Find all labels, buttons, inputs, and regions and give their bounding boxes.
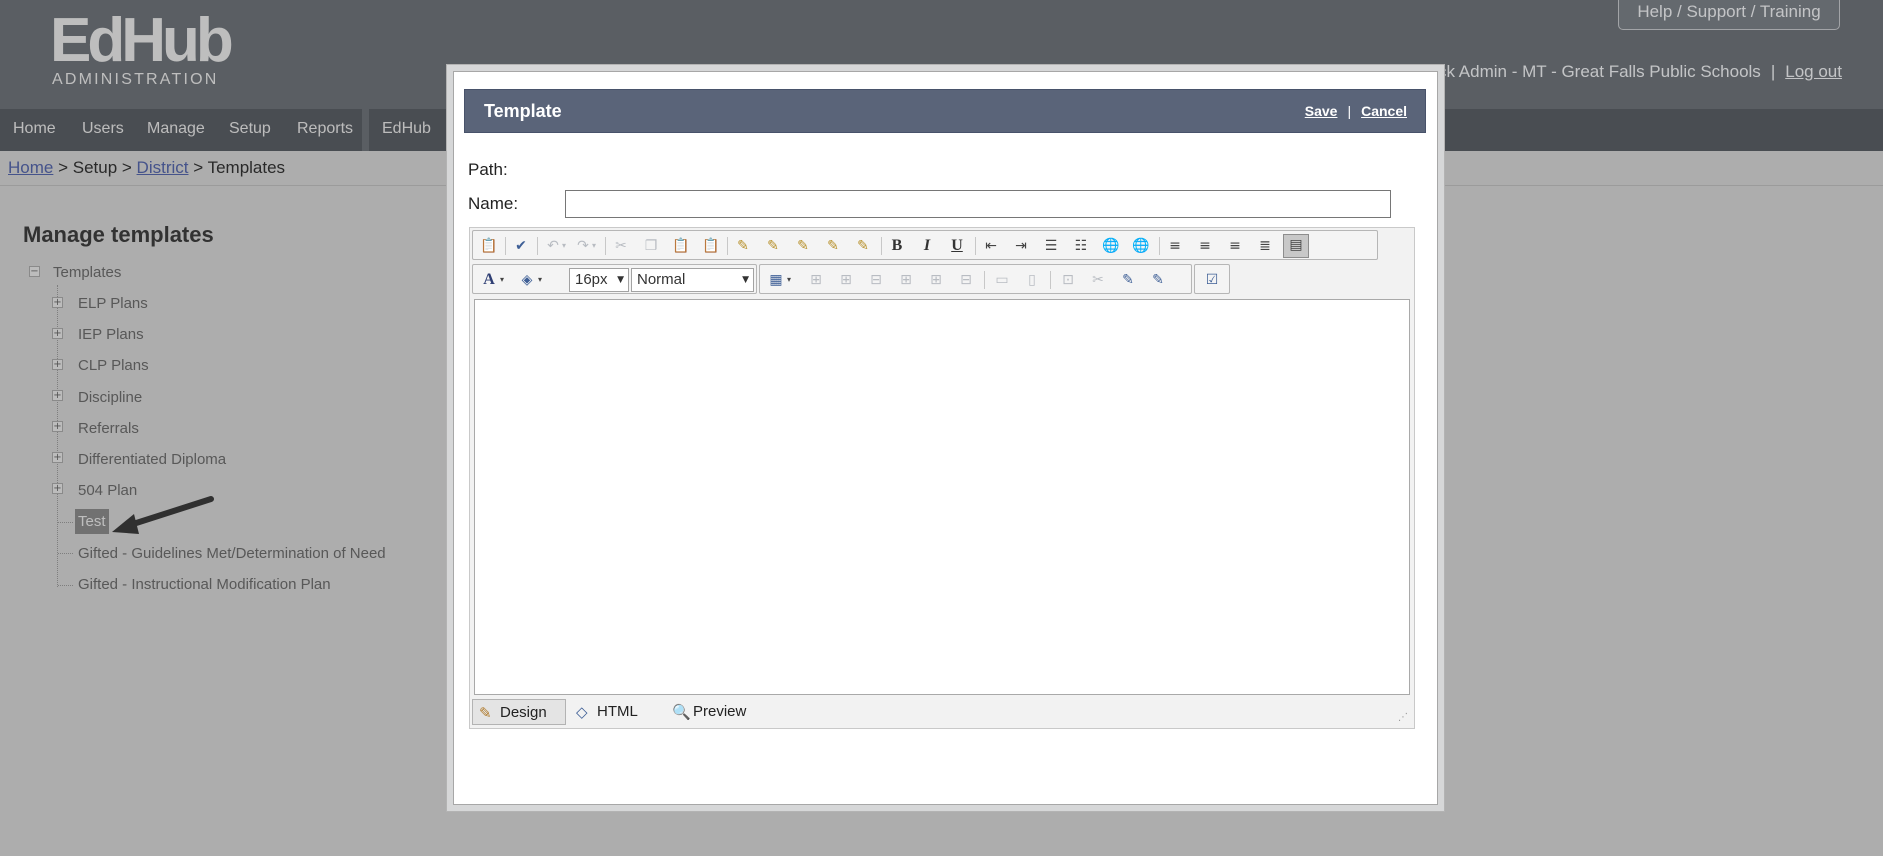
magnifier-icon: 🔍 <box>672 703 691 721</box>
font-color-icon[interactable]: A <box>479 270 499 290</box>
save-button[interactable]: Save <box>1305 103 1338 119</box>
pencil-icon: ✎ <box>479 704 492 722</box>
checkbox-icon[interactable]: ☑ <box>1202 270 1222 290</box>
align-right-icon[interactable]: ≡ <box>1225 236 1245 256</box>
insert-row-below-icon[interactable]: ⊞ <box>836 270 856 290</box>
cell-properties-icon[interactable]: ✎ <box>1118 270 1138 290</box>
chevron-down-icon: ▼ <box>617 275 624 285</box>
chevron-down-icon: ▼ <box>742 275 749 285</box>
toolbar-row-2: A ▾ ◈ ▾ 16px ▼ Normal ▼ ▦ ▾ ⊞ ⊞ ⊟ ⊞ ⊞ ⊟ … <box>472 264 1412 294</box>
font-size-select[interactable]: 16px ▼ <box>569 268 629 292</box>
merge-rows-icon[interactable]: ▭ <box>992 270 1012 290</box>
bold-icon[interactable]: B <box>887 236 907 256</box>
delete-cell-icon[interactable]: ✂ <box>1088 270 1108 290</box>
merge-columns-icon[interactable]: ▯ <box>1022 270 1042 290</box>
copy-icon[interactable]: ❐ <box>641 236 661 256</box>
html-mode-tab[interactable]: ◇ HTML <box>570 699 650 725</box>
delete-column-icon[interactable]: ⊟ <box>956 270 976 290</box>
background-color-icon[interactable]: ◈ <box>517 270 537 290</box>
spellcheck-icon[interactable]: ✔ <box>511 236 531 256</box>
insert-table-icon[interactable]: ▦ <box>766 270 786 290</box>
dialog-actions: Save | Cancel <box>1304 103 1407 119</box>
dialog-title: Template <box>484 101 562 121</box>
preview-mode-tab[interactable]: 🔍 Preview <box>666 699 766 725</box>
strip-word-icon[interactable]: ✎ <box>853 236 873 256</box>
justify-icon[interactable]: ≣ <box>1255 236 1275 256</box>
strip-font-icon[interactable]: ✎ <box>793 236 813 256</box>
chevron-down-icon[interactable]: ▾ <box>559 236 569 256</box>
chevron-down-icon[interactable]: ▾ <box>497 270 507 290</box>
toolbar-row-1: 📋 ✔ ↶ ▾ ↷ ▾ ✂ ❐ 📋 📋 ✎ ✎ ✎ ✎ ✎ B I U ⇤ ⇥ … <box>472 230 1412 260</box>
chevron-down-icon[interactable]: ▾ <box>784 270 794 290</box>
paste-from-word-icon[interactable]: 📋 <box>479 236 499 256</box>
dialog-body: Template Save | Cancel Path: Name: 📋 ✔ ↶ ▾… <box>453 71 1438 805</box>
strip-css-icon[interactable]: ✎ <box>763 236 783 256</box>
cut-icon[interactable]: ✂ <box>611 236 631 256</box>
paragraph-format-value: Normal <box>637 271 686 288</box>
resize-grip-icon[interactable]: ⋰ <box>1398 712 1408 723</box>
split-cell-icon[interactable]: ⊡ <box>1058 270 1078 290</box>
insert-column-left-icon[interactable]: ⊞ <box>896 270 916 290</box>
insert-column-right-icon[interactable]: ⊞ <box>926 270 946 290</box>
underline-icon[interactable]: U <box>947 236 967 256</box>
cancel-button[interactable]: Cancel <box>1361 103 1407 119</box>
rich-text-editor: 📋 ✔ ↶ ▾ ↷ ▾ ✂ ❐ 📋 📋 ✎ ✎ ✎ ✎ ✎ B I U ⇤ ⇥ … <box>469 227 1415 729</box>
table-properties-icon[interactable]: ✎ <box>1148 270 1168 290</box>
paste-special-icon[interactable]: 📋 <box>701 236 721 256</box>
dialog-titlebar: Template Save | Cancel <box>464 89 1426 133</box>
editor-mode-bar: ✎ Design ◇ HTML 🔍 Preview ⋰ <box>472 697 1412 727</box>
name-input[interactable] <box>565 190 1391 218</box>
design-mode-tab[interactable]: ✎ Design <box>472 699 566 725</box>
design-mode-label: Design <box>500 704 547 721</box>
paste-icon[interactable]: 📋 <box>671 236 691 256</box>
strip-span-icon[interactable]: ✎ <box>823 236 843 256</box>
hyperlink-icon[interactable]: 🌐 <box>1101 236 1121 256</box>
template-dialog: Template Save | Cancel Path: Name: 📋 ✔ ↶ ▾… <box>446 64 1445 812</box>
align-left-icon[interactable]: ≡ <box>1165 236 1185 256</box>
toggle-borders-icon[interactable]: ▤ <box>1283 234 1309 258</box>
format-stripper-icon[interactable]: ✎ <box>733 236 753 256</box>
font-size-value: 16px <box>575 271 608 288</box>
indent-icon[interactable]: ⇥ <box>1011 236 1031 256</box>
unlink-icon[interactable]: 🌐 <box>1131 236 1151 256</box>
outdent-icon[interactable]: ⇤ <box>981 236 1001 256</box>
path-label: Path: <box>468 160 508 179</box>
delete-row-icon[interactable]: ⊟ <box>866 270 886 290</box>
preview-mode-label: Preview <box>693 703 747 720</box>
align-center-icon[interactable]: ≡ <box>1195 236 1215 256</box>
chevron-down-icon[interactable]: ▾ <box>589 236 599 256</box>
chevron-down-icon[interactable]: ▾ <box>535 270 545 290</box>
paragraph-format-select[interactable]: Normal ▼ <box>631 268 754 292</box>
insert-row-above-icon[interactable]: ⊞ <box>806 270 826 290</box>
editor-content-area[interactable] <box>474 299 1410 695</box>
italic-icon[interactable]: I <box>917 236 937 256</box>
html-mode-label: HTML <box>597 703 638 720</box>
name-label: Name: <box>468 194 519 213</box>
code-icon: ◇ <box>576 703 588 721</box>
numbered-list-icon[interactable]: ☰ <box>1041 236 1061 256</box>
bulleted-list-icon[interactable]: ☷ <box>1071 236 1091 256</box>
